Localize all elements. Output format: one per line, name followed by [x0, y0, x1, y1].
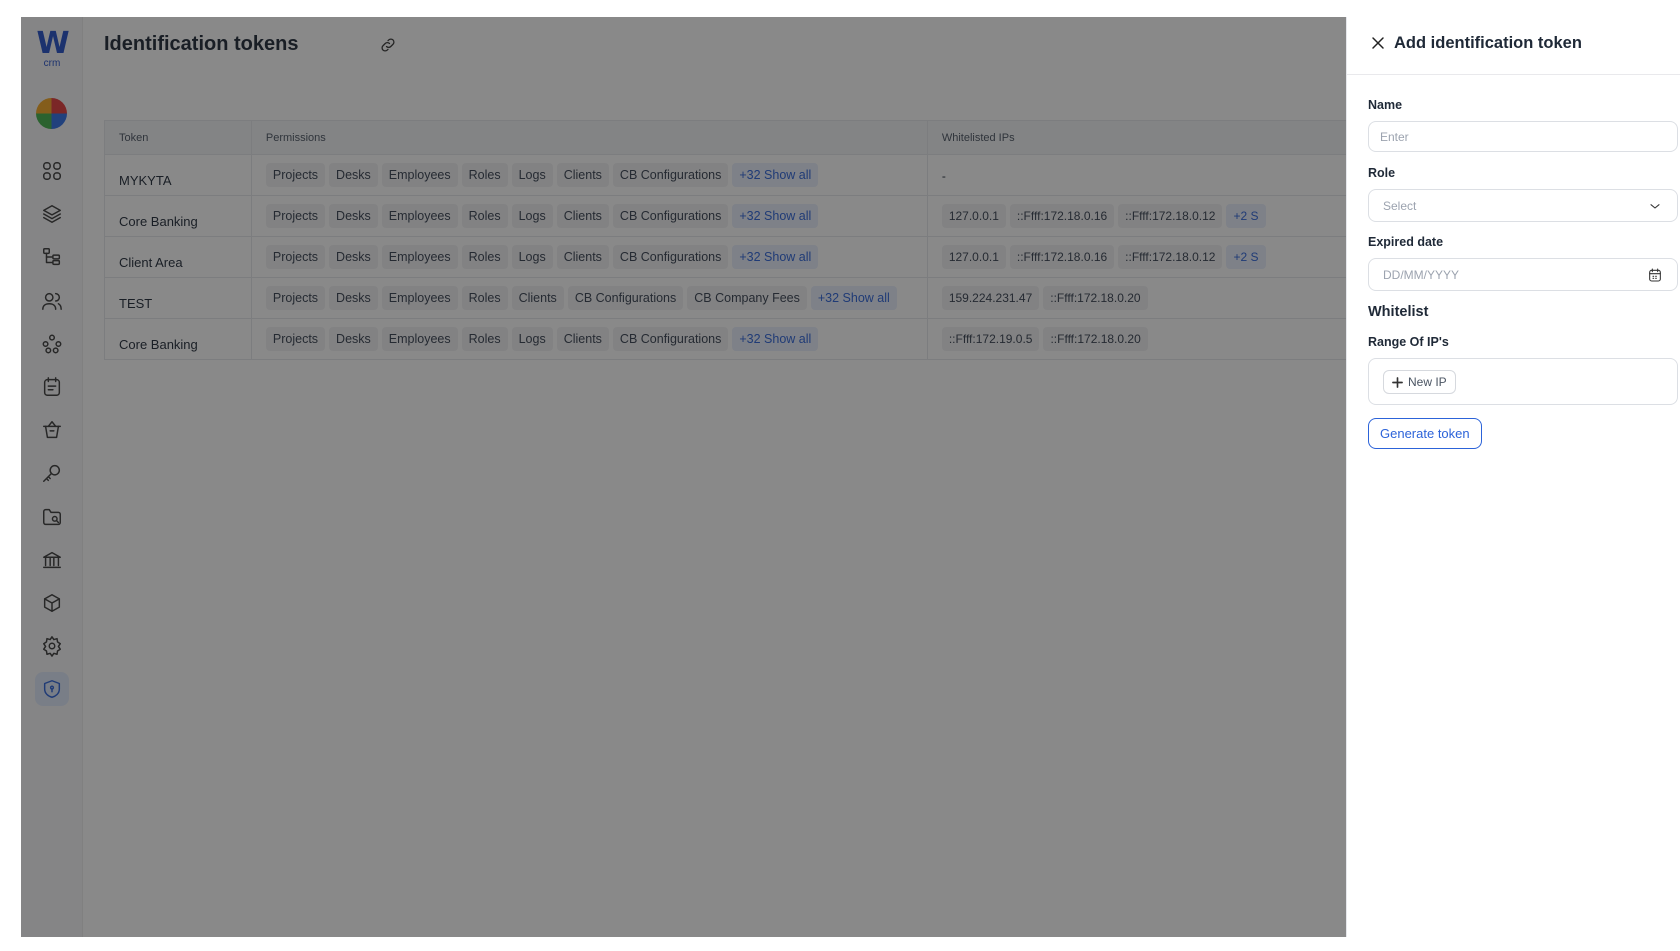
expired-date-input[interactable]: DD/MM/YYYY [1368, 258, 1678, 291]
role-select[interactable]: Select [1368, 189, 1678, 222]
whitelist-title: Whitelist [1368, 304, 1429, 320]
calendar-icon[interactable] [1647, 267, 1663, 283]
new-ip-label: New IP [1408, 375, 1447, 389]
new-ip-button[interactable]: New IP [1383, 370, 1456, 394]
chevron-down-icon [1647, 198, 1663, 214]
modal-overlay[interactable] [21, 17, 1346, 937]
generate-token-button[interactable]: Generate token [1368, 418, 1482, 449]
name-input[interactable]: Enter [1368, 121, 1678, 152]
name-placeholder: Enter [1380, 129, 1409, 144]
drawer-title: Add identification token [1394, 34, 1582, 52]
add-token-drawer: Add identification token Name Enter Role… [1346, 17, 1680, 937]
ip-range-box: New IP [1368, 358, 1678, 405]
close-icon[interactable] [1368, 33, 1388, 53]
drawer-header: Add identification token [1347, 17, 1680, 75]
role-label: Role [1368, 166, 1396, 180]
name-label: Name [1368, 98, 1403, 112]
date-placeholder: DD/MM/YYYY [1383, 267, 1460, 282]
expired-date-label: Expired date [1368, 235, 1444, 249]
range-of-ips-label: Range Of IP's [1368, 335, 1449, 349]
role-placeholder: Select [1383, 198, 1417, 213]
plus-icon [1392, 376, 1403, 388]
app-window: W crm [21, 17, 1680, 937]
